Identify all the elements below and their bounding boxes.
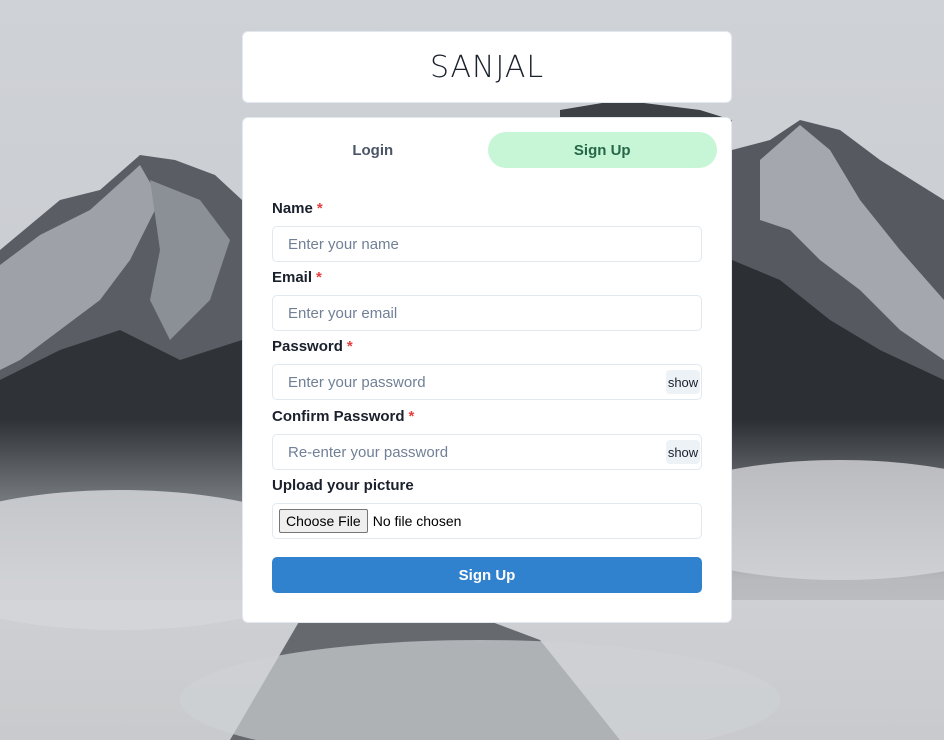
- email-label-text: Email: [272, 269, 313, 286]
- password-input[interactable]: [272, 364, 702, 400]
- confirm-password-label-text: Confirm Password: [272, 408, 405, 425]
- name-label-text: Name: [272, 200, 313, 217]
- name-input[interactable]: [272, 226, 702, 262]
- password-label: Password *: [272, 338, 353, 355]
- picture-file-input[interactable]: Choose File No file chosen: [272, 503, 702, 539]
- required-mark: *: [346, 338, 353, 355]
- tab-signup[interactable]: Sign Up: [487, 132, 717, 168]
- email-input[interactable]: [272, 295, 702, 331]
- password-show-button[interactable]: show: [666, 370, 700, 394]
- confirm-password-show-button[interactable]: show: [666, 440, 700, 464]
- app-title: SANJAL: [429, 49, 545, 85]
- required-mark: *: [408, 408, 415, 425]
- confirm-password-label: Confirm Password *: [272, 408, 414, 425]
- app-header-card: SANJAL: [242, 31, 732, 103]
- required-mark: *: [316, 200, 323, 217]
- auth-card: Login Sign Up Name* Email* Password* sho…: [242, 117, 732, 623]
- file-status-text: No file chosen: [372, 513, 462, 529]
- required-mark: *: [316, 269, 322, 286]
- upload-picture-label: Upload your picture: [272, 477, 414, 494]
- choose-file-button[interactable]: Choose File: [279, 509, 368, 533]
- confirm-password-input[interactable]: [272, 434, 702, 470]
- tab-login[interactable]: Login: [258, 132, 488, 168]
- password-label-text: Password: [272, 338, 343, 355]
- email-label: Email *: [272, 269, 322, 286]
- auth-tabs: Login Sign Up: [258, 132, 717, 168]
- signup-submit-button[interactable]: Sign Up: [272, 557, 702, 593]
- name-label: Name *: [272, 200, 323, 217]
